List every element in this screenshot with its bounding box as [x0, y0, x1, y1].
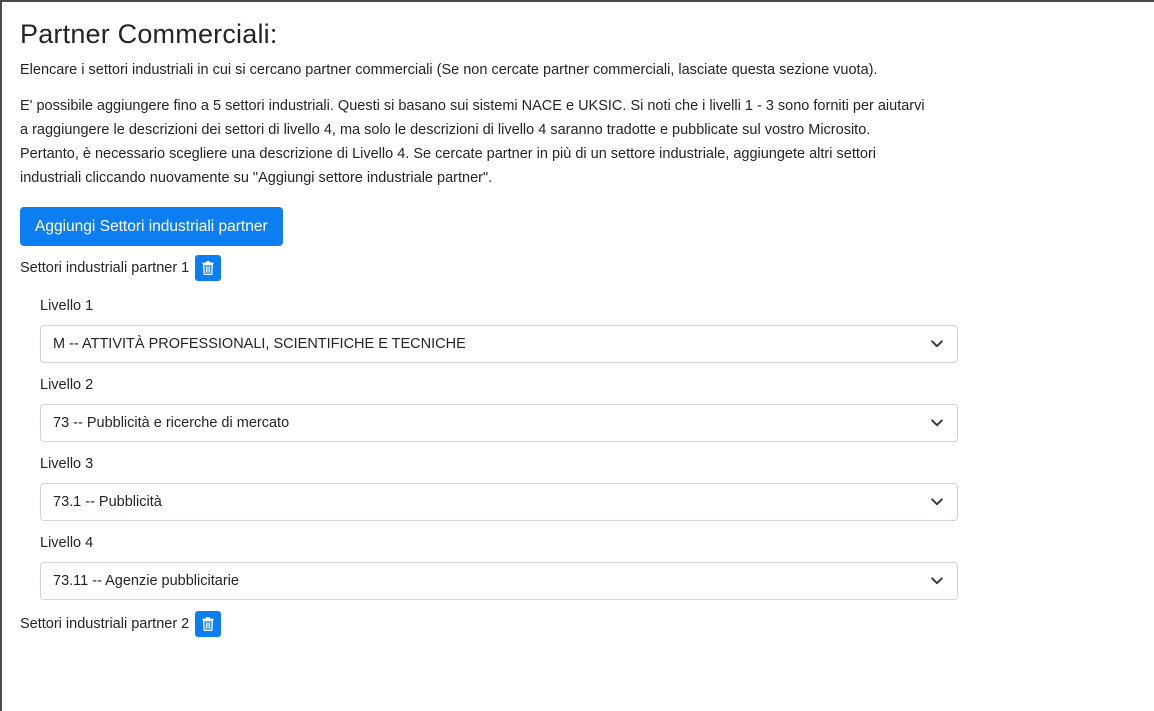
trash-icon — [202, 261, 214, 275]
chevron-down-icon — [931, 419, 943, 427]
partner-commerciali-section: Partner Commerciali: Elencare i settori … — [20, 14, 1154, 638]
level-2-select[interactable]: 73 -- Pubblicità e ricerche di mercato — [40, 404, 958, 442]
section-description: E' possibile aggiungere fino a 5 settori… — [20, 94, 1154, 190]
partner-sector-label: Settori industriali partner 1 — [20, 260, 190, 276]
level-3-selected-value: 73.1 -- Pubblicità — [53, 494, 162, 510]
chevron-down-icon — [931, 577, 943, 585]
description-line: E' possibile aggiungere fino a 5 settori… — [20, 98, 925, 114]
level-4-selected-value: 73.11 -- Agenzie pubblicitarie — [53, 573, 239, 589]
partner-sector-header: Settori industriali partner 2 — [20, 610, 1154, 638]
level-1-label: Livello 1 — [40, 298, 94, 314]
partner-sector-1: Settori industriali partner 1 Livello 1 … — [20, 254, 1154, 600]
section-title: Partner Commerciali: — [20, 19, 278, 49]
add-partner-sector-button[interactable]: Aggiungi Settori industriali partner — [20, 207, 283, 246]
trash-icon — [202, 617, 214, 631]
section-intro: Elencare i settori industriali in cui si… — [20, 62, 878, 78]
partner-sector-header: Settori industriali partner 1 — [20, 254, 1154, 282]
partner-sector-2: Settori industriali partner 2 — [20, 610, 1154, 638]
description-line: Pertanto, è necessario scegliere una des… — [20, 146, 876, 162]
description-line: industriali cliccando nuovamente su "Agg… — [20, 170, 493, 186]
level-1-select[interactable]: M -- ATTIVITÀ PROFESSIONALI, SCIENTIFICH… — [40, 325, 958, 363]
level-2-selected-value: 73 -- Pubblicità e ricerche di mercato — [53, 415, 290, 431]
chevron-down-icon — [931, 498, 943, 506]
level-3-select[interactable]: 73.1 -- Pubblicità — [40, 483, 958, 521]
delete-partner-button[interactable] — [195, 255, 222, 281]
partner-sector-label: Settori industriali partner 2 — [20, 616, 190, 632]
delete-partner-button[interactable] — [195, 611, 222, 637]
level-4-select[interactable]: 73.11 -- Agenzie pubblicitarie — [40, 562, 958, 600]
level-3-label: Livello 3 — [40, 456, 94, 472]
level-4-label: Livello 4 — [40, 535, 94, 551]
description-line: a raggiungere le descrizioni dei settori… — [20, 122, 871, 138]
chevron-down-icon — [931, 340, 943, 348]
level-fields: Livello 1 M -- ATTIVITÀ PROFESSIONALI, S… — [40, 296, 958, 600]
level-1-selected-value: M -- ATTIVITÀ PROFESSIONALI, SCIENTIFICH… — [53, 336, 466, 352]
level-2-label: Livello 2 — [40, 377, 94, 393]
